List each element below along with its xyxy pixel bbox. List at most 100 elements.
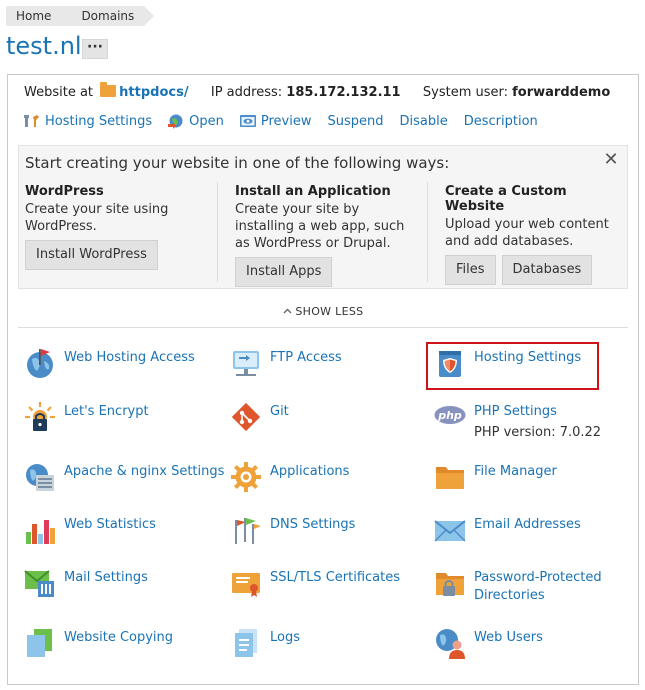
tool-label: File Manager bbox=[474, 464, 557, 479]
tool-label: DNS Settings bbox=[270, 517, 356, 532]
show-less-toggle[interactable]: SHOW LESS bbox=[8, 305, 638, 318]
tool-ssl-tls[interactable]: SSL/TLS Certificates bbox=[230, 567, 400, 599]
start-creating-title: Start creating your website in one of th… bbox=[25, 154, 450, 172]
wordpress-desc: Create your site using WordPress. bbox=[25, 202, 169, 234]
tool-lets-encrypt[interactable]: Let's Encrypt bbox=[24, 401, 149, 433]
hosting-settings-action[interactable]: Hosting Settings bbox=[24, 113, 152, 129]
wrench-icon bbox=[24, 115, 39, 127]
php-badge-text: php bbox=[437, 409, 462, 422]
copy-icon bbox=[27, 629, 52, 657]
highlight-box bbox=[426, 342, 599, 390]
ftp-monitor-icon bbox=[233, 351, 259, 376]
databases-button[interactable]: Databases bbox=[501, 255, 593, 285]
tool-mail-settings[interactable]: Mail Settings bbox=[24, 567, 148, 599]
ip-label: IP address: bbox=[210, 85, 283, 100]
gear-icon bbox=[231, 462, 261, 492]
tool-file-manager[interactable]: File Manager bbox=[434, 461, 557, 493]
envelope-icon bbox=[434, 520, 466, 542]
description-action[interactable]: Description bbox=[464, 113, 538, 129]
tool-ftp-access[interactable]: FTP Access bbox=[230, 347, 342, 379]
option-custom-website: Create a Custom Website Upload your web … bbox=[445, 184, 625, 285]
tool-apache-nginx[interactable]: Apache & nginx Settings bbox=[24, 461, 224, 493]
tool-label: Mail Settings bbox=[64, 570, 148, 585]
system-user-value: forwarddemo bbox=[512, 85, 611, 100]
preview-action-label: Preview bbox=[260, 113, 312, 129]
tool-label: FTP Access bbox=[270, 350, 342, 365]
breadcrumb: Home Domains bbox=[6, 6, 155, 26]
tool-php-settings[interactable]: php PHP Settings PHP version: 7.0.22 bbox=[434, 401, 601, 442]
tool-email-addresses[interactable]: Email Addresses bbox=[434, 514, 581, 546]
tool-web-statistics[interactable]: Web Statistics bbox=[24, 514, 156, 546]
tool-label: Web Statistics bbox=[64, 517, 156, 532]
tool-label: PHP Settings bbox=[474, 404, 557, 419]
tool-label: Email Addresses bbox=[474, 517, 581, 532]
custom-website-desc: Upload your web content and add database… bbox=[445, 217, 609, 249]
option-separator bbox=[427, 182, 428, 282]
php-version-text: PHP version: 7.0.22 bbox=[474, 425, 602, 440]
sun-lock-icon bbox=[25, 402, 55, 431]
breadcrumb-home[interactable]: Home bbox=[6, 6, 72, 26]
tool-label: Web Hosting Access bbox=[64, 350, 195, 365]
install-wordpress-button[interactable]: Install WordPress bbox=[25, 240, 158, 270]
tool-git[interactable]: Git bbox=[230, 401, 289, 433]
hosting-settings-action-label: Hosting Settings bbox=[45, 113, 153, 129]
tool-label: Website Copying bbox=[64, 630, 174, 645]
system-user-label: System user: bbox=[422, 85, 509, 100]
install-app-title: Install an Application bbox=[235, 184, 391, 199]
ip-value: 185.172.132.11 bbox=[286, 85, 401, 100]
website-at-label: Website at bbox=[24, 85, 94, 100]
tool-label: Logs bbox=[270, 630, 300, 645]
website-folder-link[interactable]: httpdocs/ bbox=[119, 85, 188, 100]
git-icon bbox=[231, 402, 261, 432]
tool-label: Applications bbox=[270, 464, 350, 479]
mail-settings-icon bbox=[24, 570, 54, 597]
folder-icon bbox=[100, 82, 117, 97]
locked-folder-icon bbox=[436, 573, 464, 596]
option-wordpress: WordPress Create your site using WordPre… bbox=[25, 184, 215, 270]
tool-web-users[interactable]: Web Users bbox=[434, 627, 543, 659]
globe-arrow-icon bbox=[168, 114, 183, 129]
tool-label: SSL/TLS Certificates bbox=[270, 570, 400, 585]
suspend-action[interactable]: Suspend bbox=[328, 113, 384, 129]
start-creating-box: Start creating your website in one of th… bbox=[18, 145, 628, 289]
option-separator bbox=[217, 182, 218, 282]
tool-label: Web Users bbox=[474, 630, 543, 645]
breadcrumb-domains[interactable]: Domains bbox=[61, 6, 155, 26]
tool-logs[interactable]: Logs bbox=[230, 627, 300, 659]
install-app-desc: Create your site by installing a web app… bbox=[235, 202, 405, 251]
website-panel: Website at httpdocs/ IP address: 185.172… bbox=[7, 74, 639, 685]
tool-label: Password-Protected Directories bbox=[474, 570, 602, 603]
tool-label: Let's Encrypt bbox=[64, 404, 149, 419]
server-globe-icon bbox=[26, 464, 54, 491]
preview-eye-icon bbox=[239, 115, 256, 127]
option-install-app: Install an Application Create your site … bbox=[235, 184, 425, 287]
certificate-icon bbox=[232, 573, 260, 597]
open-action[interactable]: Open bbox=[168, 113, 224, 129]
log-document-icon bbox=[235, 629, 257, 657]
globe-flag-icon bbox=[27, 349, 53, 378]
tool-applications[interactable]: Applications bbox=[230, 461, 349, 493]
install-apps-button[interactable]: Install Apps bbox=[235, 257, 333, 287]
chevron-up-icon bbox=[283, 308, 292, 314]
show-less-label: SHOW LESS bbox=[295, 305, 364, 318]
tool-website-copying[interactable]: Website Copying bbox=[24, 627, 173, 659]
close-icon[interactable]: ✕ bbox=[603, 151, 619, 169]
open-action-label: Open bbox=[189, 113, 224, 129]
dns-flags-icon bbox=[235, 518, 261, 544]
custom-website-title: Create a Custom Website bbox=[445, 184, 567, 214]
page-title: test.nl bbox=[6, 32, 82, 60]
files-button[interactable]: Files bbox=[445, 255, 496, 285]
tool-dns-settings[interactable]: DNS Settings bbox=[230, 514, 355, 546]
bar-chart-icon bbox=[26, 520, 55, 544]
preview-action[interactable]: Preview bbox=[239, 113, 312, 129]
website-actions: Hosting Settings Open Preview Suspend Di… bbox=[24, 113, 554, 129]
more-options-button[interactable]: ··· bbox=[82, 39, 108, 59]
divider bbox=[18, 327, 628, 328]
tool-label: Apache & nginx Settings bbox=[64, 464, 225, 479]
tool-label: Git bbox=[270, 404, 289, 419]
disable-action[interactable]: Disable bbox=[400, 113, 448, 129]
tool-web-hosting-access[interactable]: Web Hosting Access bbox=[24, 347, 195, 379]
globe-user-icon bbox=[436, 629, 465, 659]
wordpress-title: WordPress bbox=[25, 184, 104, 199]
tool-password-protected[interactable]: Password-Protected Directories bbox=[434, 567, 614, 605]
